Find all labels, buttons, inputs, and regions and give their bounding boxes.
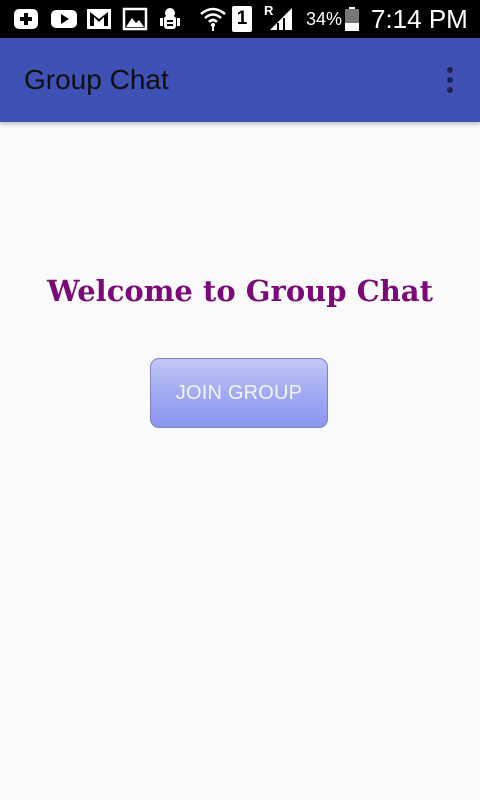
status-bar: 1 R 34% 7:14 PM	[0, 0, 480, 38]
add-box-icon	[14, 9, 38, 29]
gallery-icon	[122, 7, 148, 31]
wifi-icon	[200, 7, 226, 31]
battery-percent: 34%	[306, 9, 343, 29]
sim-slot-number: 1	[236, 8, 248, 29]
join-group-button[interactable]: JOIN GROUP	[150, 358, 328, 428]
android-debug-icon	[160, 8, 180, 29]
welcome-heading: Welcome to Group Chat	[47, 274, 433, 308]
more-vert-icon[interactable]	[438, 64, 462, 96]
clock: 7:14 PM	[371, 4, 468, 34]
app-bar: Group Chat	[0, 38, 480, 122]
gmail-icon	[87, 9, 111, 29]
youtube-icon	[51, 10, 77, 28]
sim-icon: 1	[232, 6, 252, 32]
app-title: Group Chat	[24, 64, 169, 95]
main-content: Welcome to Group Chat JOIN GROUP	[0, 122, 480, 800]
battery-icon	[345, 7, 359, 31]
signal-icon	[270, 8, 292, 30]
